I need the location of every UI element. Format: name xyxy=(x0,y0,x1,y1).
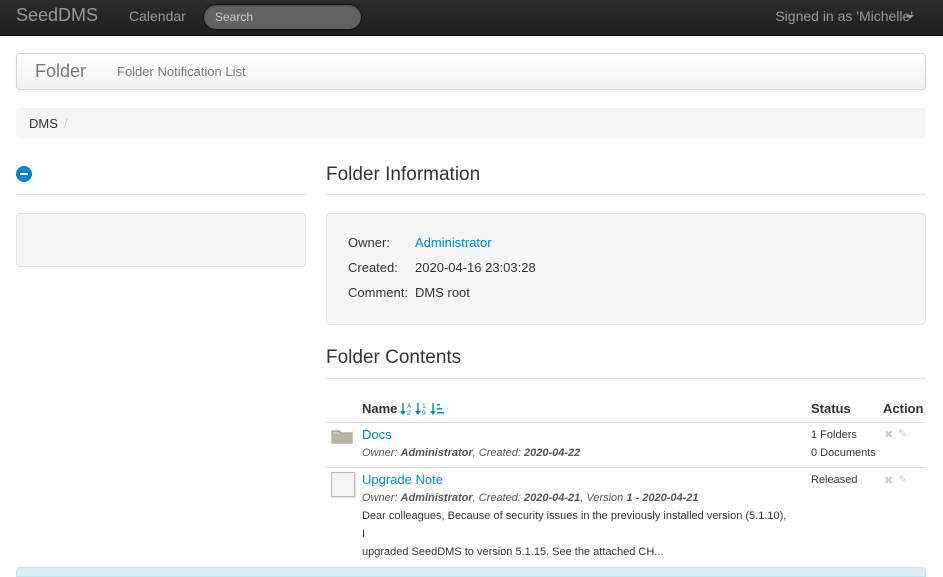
collapse-minus-icon[interactable] xyxy=(16,166,32,182)
folder-notification-list-link[interactable]: Folder Notification List xyxy=(117,64,246,79)
page-header-bar: Folder Folder Notification List xyxy=(16,53,926,90)
column-header-action: Action xyxy=(883,401,924,416)
item-meta: Owner: Administrator, Created: 2020-04-2… xyxy=(362,492,699,504)
info-alert-box xyxy=(16,567,926,577)
search-input[interactable]: Search xyxy=(203,4,362,30)
comment-value: DMS root xyxy=(415,285,470,300)
caret-down-icon xyxy=(906,15,914,19)
folder-icon xyxy=(331,430,353,444)
svg-text:Z: Z xyxy=(407,410,411,416)
created-label: Created: xyxy=(348,260,398,275)
divider xyxy=(16,194,306,195)
calendar-link[interactable]: Calendar xyxy=(129,8,186,24)
status-document-count: 0 Documents xyxy=(811,447,876,459)
breadcrumb-item-dms[interactable]: DMS xyxy=(29,116,58,131)
divider xyxy=(326,194,926,195)
svg-text:1: 1 xyxy=(422,403,426,410)
edit-icon[interactable]: ✎ xyxy=(898,427,907,440)
folder-information-panel: Owner: Administrator Created: 2020-04-16 2… xyxy=(326,213,926,325)
delete-icon[interactable]: ✖ xyxy=(884,474,893,487)
folder-link-docs[interactable]: Docs xyxy=(362,427,392,442)
column-header-name: Name xyxy=(362,401,398,416)
table-row-divider xyxy=(326,422,926,423)
svg-text:A: A xyxy=(407,403,412,410)
brand-link[interactable]: SeedDMS xyxy=(16,5,98,26)
comment-label: Comment: xyxy=(348,285,408,300)
breadcrumb: DMS / xyxy=(16,108,926,139)
column-header-status: Status xyxy=(811,401,851,416)
user-menu-label: Signed in as 'Michelle' xyxy=(775,8,913,24)
sort-numeric-icon[interactable]: 1 9 xyxy=(415,403,426,416)
svg-text:9: 9 xyxy=(422,410,426,416)
breadcrumb-divider: / xyxy=(63,116,68,131)
sort-icons: A Z 1 9 xyxy=(400,403,444,416)
created-value: 2020-04-16 23:03:28 xyxy=(415,260,536,275)
item-meta: Owner: Administrator, Created: 2020-04-2… xyxy=(362,447,581,459)
document-link-upgrade-note[interactable]: Upgrade Note xyxy=(362,472,443,487)
comment-row: Comment: DMS root xyxy=(348,285,470,300)
document-icon[interactable] xyxy=(331,472,355,497)
folder-contents-heading: Folder Contents xyxy=(326,347,462,368)
divider xyxy=(326,378,926,379)
status-subfolder-count: 1 Folders xyxy=(811,429,857,441)
table-row-divider xyxy=(326,467,926,468)
edit-icon[interactable]: ✎ xyxy=(898,473,907,486)
delete-icon[interactable]: ✖ xyxy=(884,428,893,441)
folder-tree-panel xyxy=(16,213,306,267)
user-menu-dropdown[interactable]: Signed in as 'Michelle' xyxy=(775,8,913,24)
top-navbar: SeedDMS Calendar Search Signed in as 'Mi… xyxy=(0,0,943,36)
owner-row: Owner: Administrator xyxy=(348,235,492,250)
document-comment: Dear colleagues, Because of security iss… xyxy=(362,510,787,558)
created-row: Created: 2020-04-16 23:03:28 xyxy=(348,260,536,275)
page-title: Folder xyxy=(35,61,87,81)
sort-size-icon[interactable] xyxy=(430,403,444,415)
owner-link[interactable]: Administrator xyxy=(415,235,492,250)
sort-alpha-icon[interactable]: A Z xyxy=(400,403,412,416)
folder-information-heading: Folder Information xyxy=(326,164,481,185)
owner-label: Owner: xyxy=(348,235,390,250)
status-badge: Released xyxy=(811,474,858,486)
